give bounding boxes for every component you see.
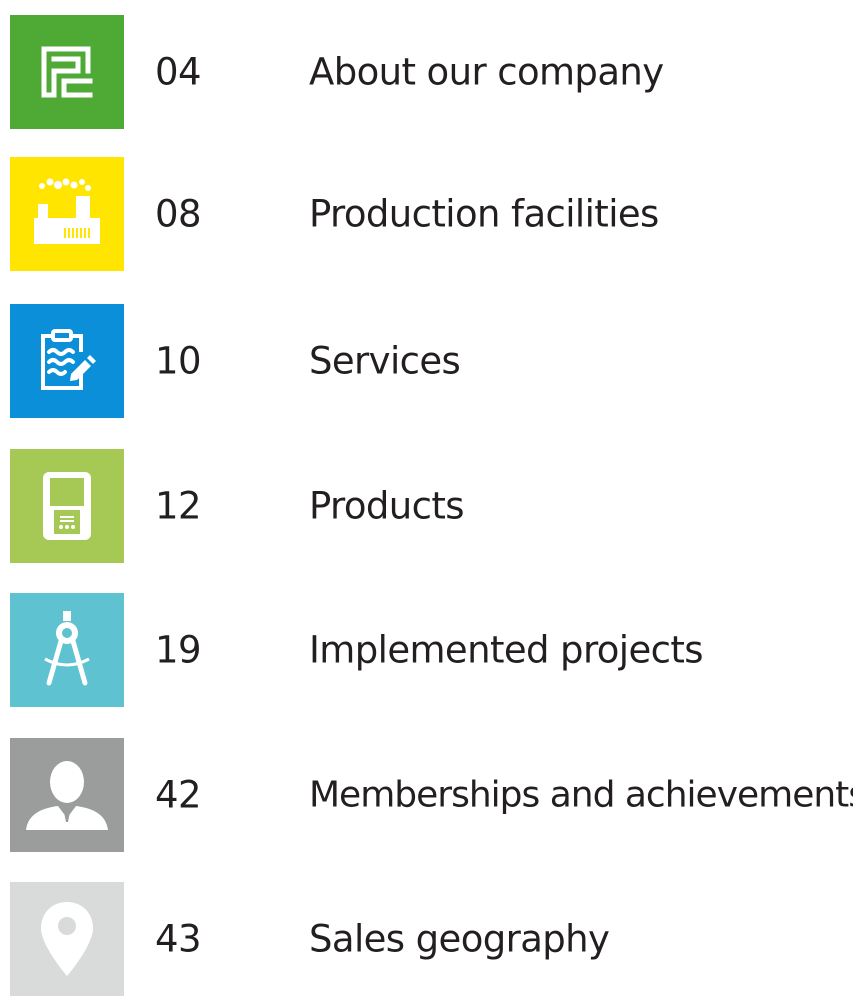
toc-item-products[interactable]: 12 Products bbox=[10, 449, 853, 563]
section-title: Memberships and achievements bbox=[309, 774, 853, 816]
section-title: Services bbox=[309, 339, 461, 383]
toc-item-about[interactable]: 04 About our company bbox=[10, 15, 853, 129]
section-title: Production facilities bbox=[309, 192, 659, 236]
page-number: 43 bbox=[155, 917, 202, 961]
person-icon bbox=[10, 738, 124, 852]
page-number: 10 bbox=[155, 339, 202, 383]
section-title: Products bbox=[309, 484, 465, 528]
compass-icon bbox=[10, 593, 124, 707]
toc-item-sales-geography[interactable]: 43 Sales geography bbox=[10, 882, 853, 996]
company-logo-icon bbox=[10, 15, 124, 129]
section-title: About our company bbox=[309, 50, 664, 94]
page-number: 42 bbox=[155, 773, 202, 817]
toc-item-production[interactable]: 08 Production facilities bbox=[10, 157, 853, 271]
toc-item-memberships[interactable]: 42 Memberships and achievements bbox=[10, 738, 853, 852]
factory-icon bbox=[10, 157, 124, 271]
section-title: Implemented projects bbox=[309, 628, 704, 672]
page-number: 08 bbox=[155, 192, 202, 236]
location-pin-icon bbox=[10, 882, 124, 996]
page-number: 19 bbox=[155, 628, 202, 672]
section-title: Sales geography bbox=[309, 917, 610, 961]
toc-item-projects[interactable]: 19 Implemented projects bbox=[10, 593, 853, 707]
clipboard-icon bbox=[10, 304, 124, 418]
table-of-contents: 04 About our company 08 Production facil… bbox=[0, 0, 853, 996]
toc-item-services[interactable]: 10 Services bbox=[10, 304, 853, 418]
device-icon bbox=[10, 449, 124, 563]
page-number: 12 bbox=[155, 484, 202, 528]
page-number: 04 bbox=[155, 50, 202, 94]
